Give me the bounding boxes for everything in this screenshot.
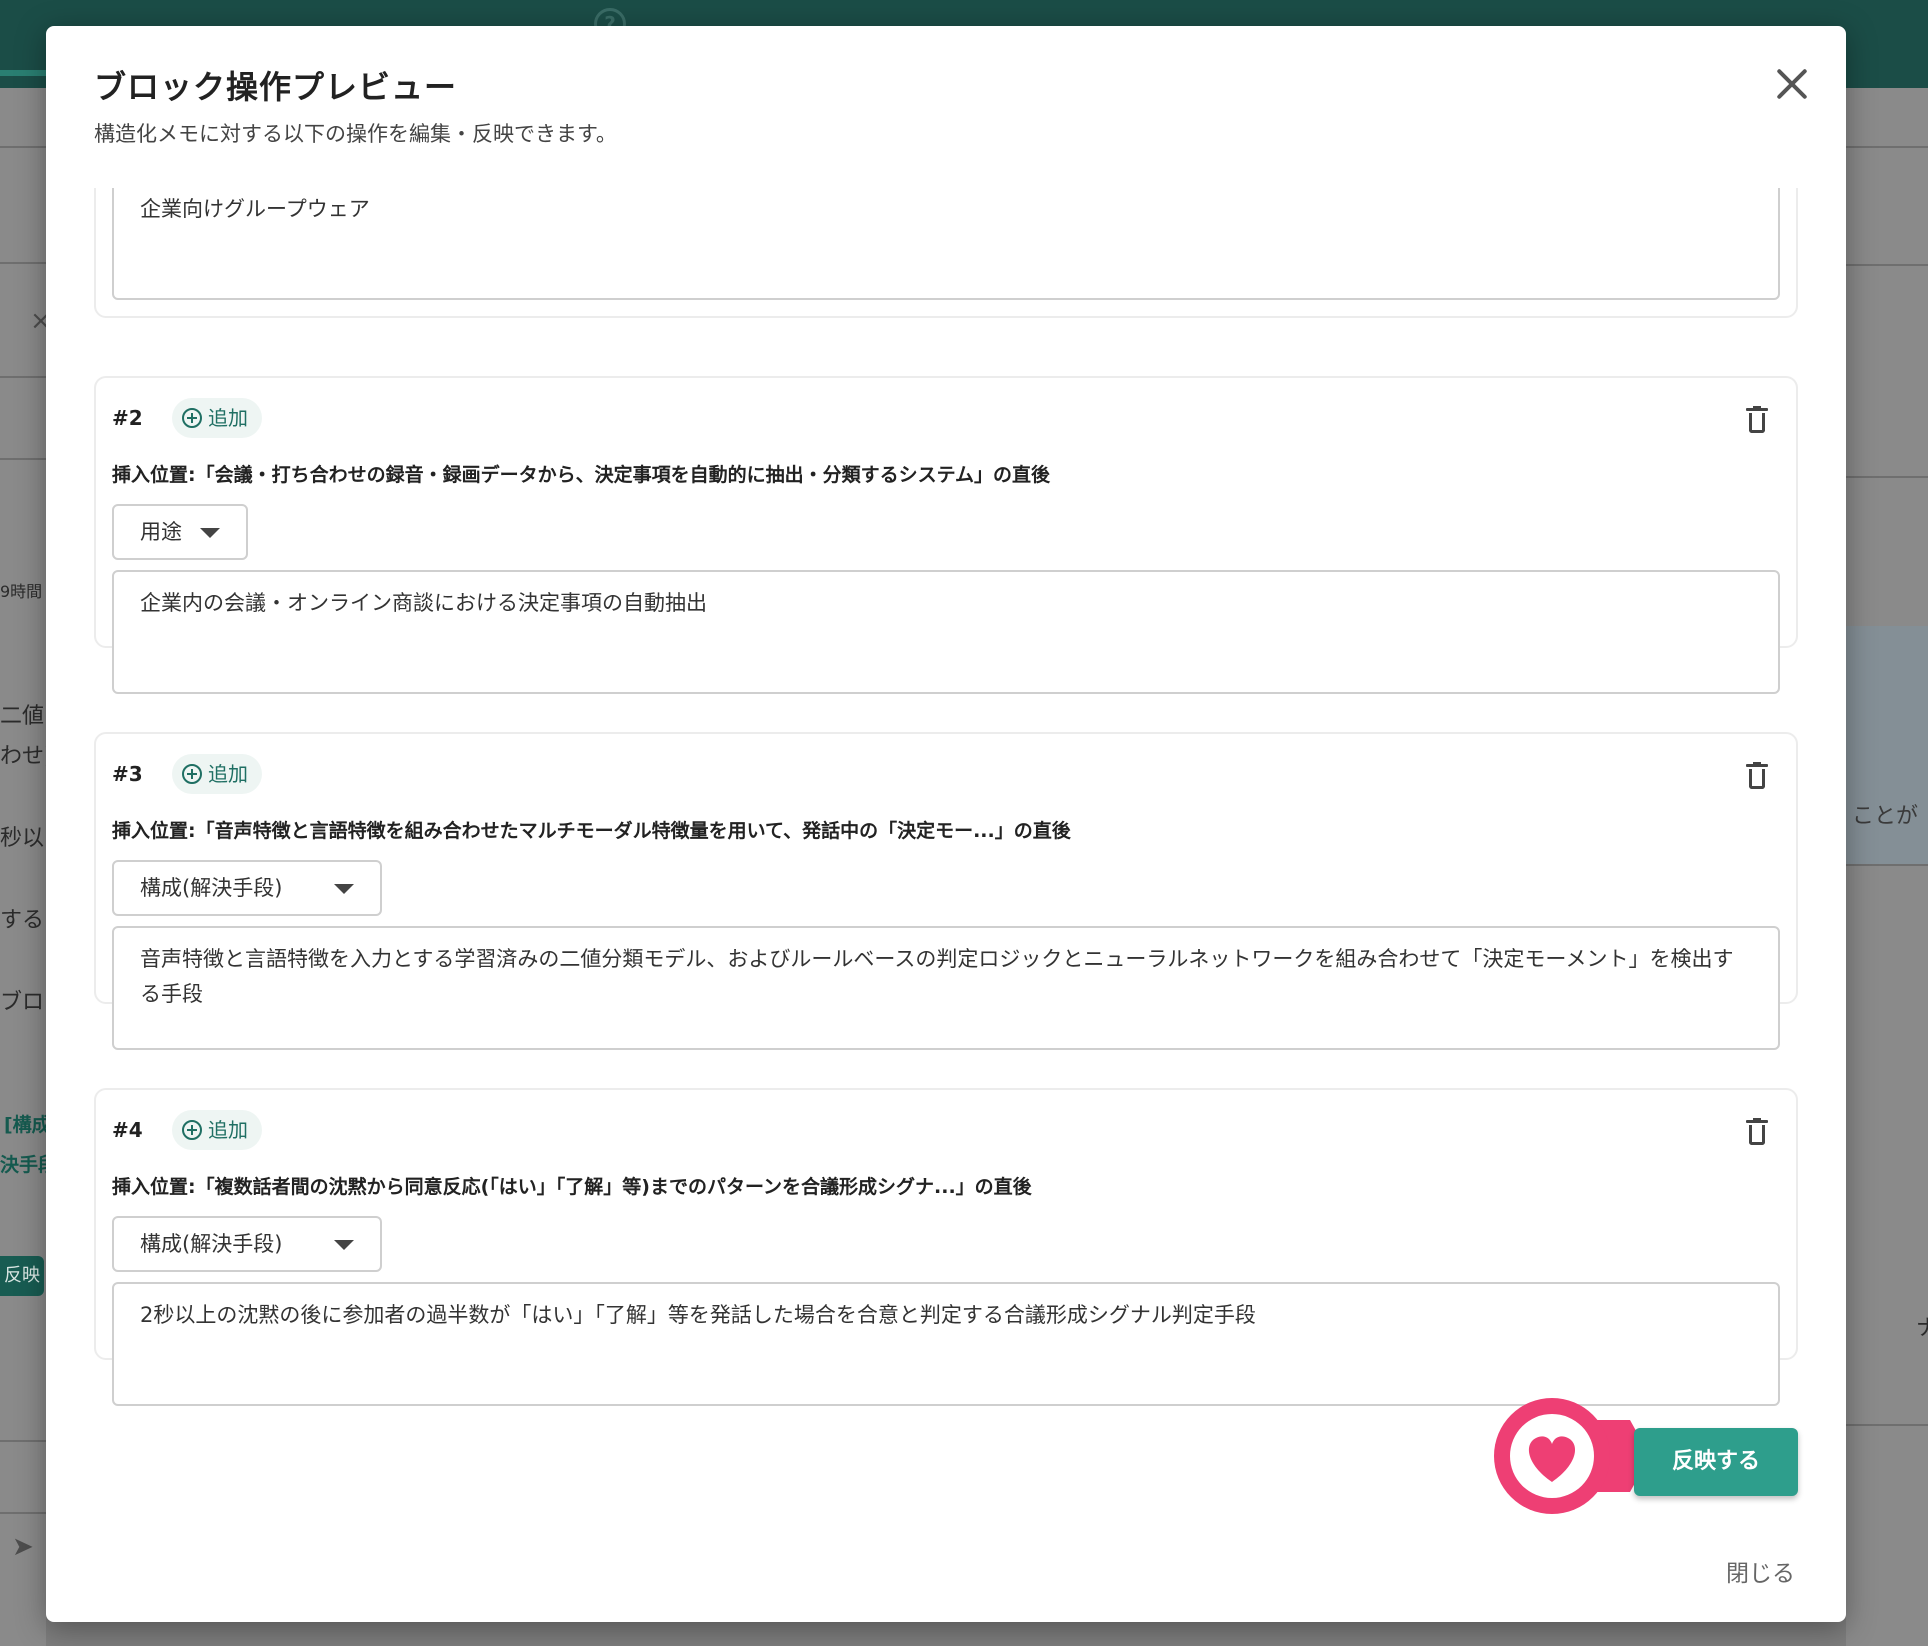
bg-text: わせ) [0,744,53,769]
apply-button[interactable]: 反映する [1634,1428,1798,1496]
bg-text: [構成 [4,1114,51,1136]
plus-circle-icon [182,1120,202,1140]
divider [0,1440,46,1442]
content-textarea[interactable]: 音声特徴と言語特徴を入力とする学習済みの二値分類モデル、およびルールベースの判定… [112,926,1780,1050]
content-textarea[interactable]: 企業向けグループウェア [112,188,1780,300]
insert-position: 挿入位置:「音声特徴と言語特徴を組み合わせたマルチモーダル特徴量を用いて、発話中… [112,820,1071,842]
content-textarea[interactable]: 企業内の会議・オンライン商談における決定事項の自動抽出 [112,570,1780,694]
operation-number: #2 [112,406,143,430]
block-type-select[interactable]: 構成(解決手段) [112,1216,382,1272]
trash-icon[interactable] [1746,1118,1768,1146]
bg-text: ブロ [0,990,45,1015]
content-textarea[interactable]: 2秒以上の沈黙の後に参加者の過半数が「はい」「了解」等を発話した場合を合意と判定… [112,1282,1780,1406]
divider [1846,1424,1928,1426]
select-value: 構成(解決手段) [140,876,283,900]
operation-card: #3 追加 挿入位置:「音声特徴と言語特徴を組み合わせたマルチモーダル特徴量を用… [94,732,1798,1050]
app-right-panel [1846,88,1928,1646]
close-button[interactable]: 閉じる [1726,1554,1795,1588]
heart-icon [1494,1398,1650,1514]
divider [0,262,46,264]
divider [1846,146,1928,148]
chevron-down-icon [334,884,354,894]
app-right-card [1846,626,1928,866]
badge-label: 追加 [208,1118,248,1142]
divider [0,376,46,378]
modal-title: ブロック操作プレビュー [94,68,458,106]
select-value: 用途 [140,520,182,544]
block-type-select[interactable]: 用途 [112,504,248,560]
close-icon[interactable] [1770,62,1814,106]
insert-position: 挿入位置:「会議・打ち合わせの録音・録画データから、決定事項を自動的に抽出・分類… [112,464,1051,486]
chevron-down-icon [334,1240,354,1250]
insert-position: 挿入位置:「複数話者間の沈黙から同意反応(「はい」「了解」等)までのパターンを合… [112,1176,1032,1198]
send-icon: ➤ [12,1532,34,1562]
bg-text: する [0,908,45,933]
add-badge: 追加 [172,754,262,794]
badge-label: 追加 [208,406,248,430]
modal-subtitle: 構造化メモに対する以下の操作を編集・反映できます。 [94,122,617,146]
app-tab-indicator [0,70,48,76]
bg-text: ことが [1852,804,1919,829]
operation-card: 企業向けグループウェア [94,188,1798,318]
operation-number: #4 [112,1118,143,1142]
plus-circle-icon [182,764,202,784]
operation-card: #2 追加 挿入位置:「会議・打ち合わせの録音・録画データから、決定事項を自動的… [94,376,1798,694]
add-badge: 追加 [172,1110,262,1150]
bg-apply-button: 反映 [0,1256,44,1296]
operations-list[interactable]: 企業向けグループウェア #2 追加 挿入位置:「会議・打ち合わせの録音・録画デー… [94,188,1798,1432]
operation-card: #4 追加 挿入位置:「複数話者間の沈黙から同意反応(「はい」「了解」等)までの… [94,1088,1798,1406]
block-type-select[interactable]: 構成(解決手段) [112,860,382,916]
block-operation-modal: ブロック操作プレビュー 構造化メモに対する以下の操作を編集・反映できます。 企業… [46,26,1846,1622]
add-badge: 追加 [172,398,262,438]
trash-icon[interactable] [1746,762,1768,790]
divider [1846,864,1928,866]
divider [0,1512,46,1514]
trash-icon[interactable] [1746,406,1768,434]
badge-label: 追加 [208,762,248,786]
chevron-down-icon [200,528,220,538]
divider [1846,264,1928,266]
bg-text: 二値 [0,704,45,729]
bg-text: ナ [1916,1316,1928,1341]
divider [1846,476,1928,478]
select-value: 構成(解決手段) [140,1232,283,1256]
plus-circle-icon [182,408,202,428]
operation-number: #3 [112,762,143,786]
divider [0,146,46,148]
bg-text: 秒以 [0,826,45,851]
bg-text: 9時間 [0,582,43,601]
divider [0,458,46,460]
